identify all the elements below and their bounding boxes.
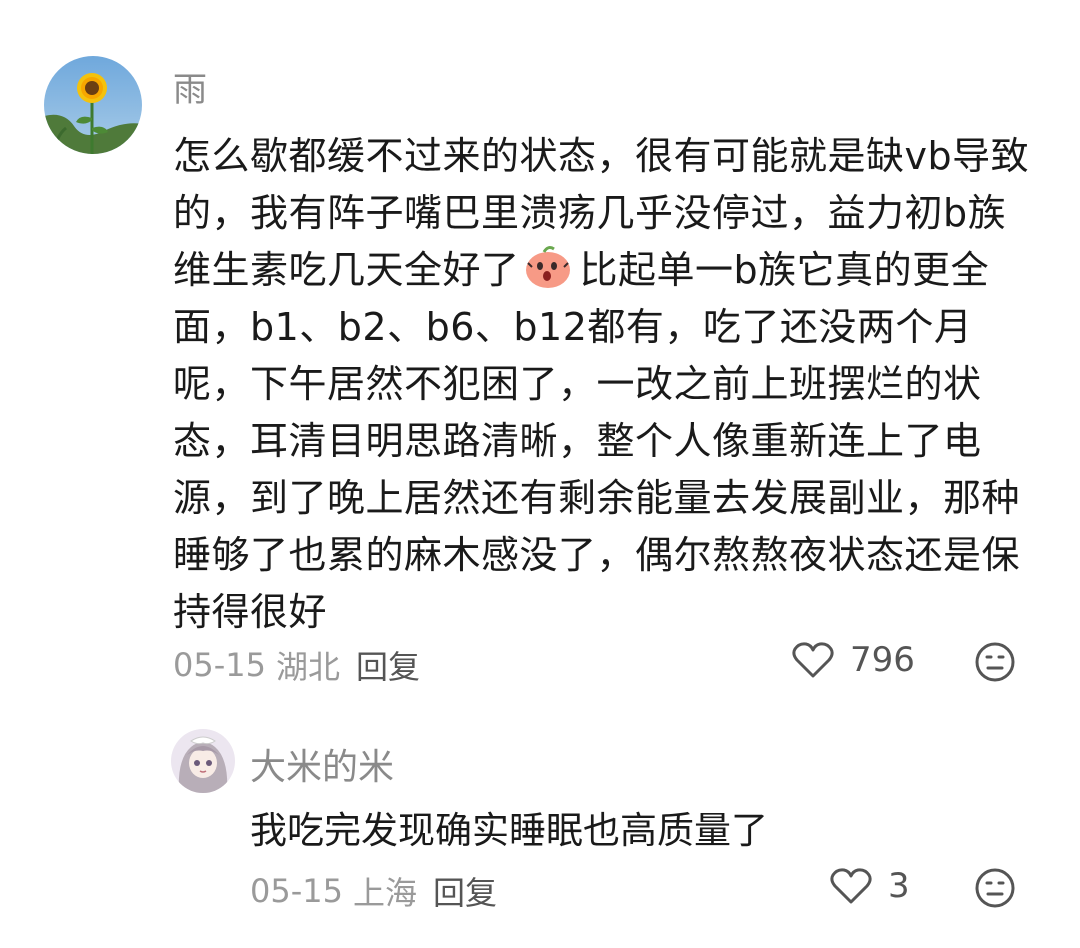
username[interactable]: 大米的米 xyxy=(250,738,394,790)
heart-outline-icon xyxy=(830,868,872,904)
surprised-peach-emoji xyxy=(522,245,574,289)
anime-girl-avatar[interactable] xyxy=(171,729,235,793)
neutral-face-icon xyxy=(975,642,1015,682)
reply-location: 上海 xyxy=(352,874,417,912)
reply-button[interactable]: 回复 xyxy=(433,868,497,914)
like-count: 796 xyxy=(850,640,915,680)
dislike-button[interactable] xyxy=(974,641,1016,687)
comment-location: 湖北 xyxy=(275,648,340,686)
like-button[interactable]: 796 xyxy=(792,640,915,680)
dislike-button[interactable] xyxy=(974,867,1016,913)
reply-text: 我吃完发现确实睡眠也高质量了 xyxy=(250,809,768,852)
heart-outline-icon xyxy=(792,642,834,678)
reply-date: 05-15 xyxy=(250,872,343,910)
like-count: 3 xyxy=(888,866,910,906)
comment-date: 05-15 xyxy=(173,646,266,684)
sunflower-avatar[interactable] xyxy=(44,56,142,154)
username[interactable]: 雨 xyxy=(173,62,207,111)
neutral-face-icon xyxy=(975,868,1015,908)
comment-text-part2: 比起单一b族它真的更全面，b1、b2、b6、b12都有，吃了还没两个月呢，下午居… xyxy=(173,248,1021,634)
reply-button[interactable]: 回复 xyxy=(356,642,420,688)
comment-meta: 05-15 湖北 回复 xyxy=(173,642,420,688)
like-button[interactable]: 3 xyxy=(830,866,910,906)
comment-text: 怎么歇都缓不过来的状态，很有可能就是缺vb导致的，我有阵子嘴巴里溃疡几乎没停过，… xyxy=(173,128,1033,641)
reply-meta: 05-15 上海 回复 xyxy=(250,868,497,914)
